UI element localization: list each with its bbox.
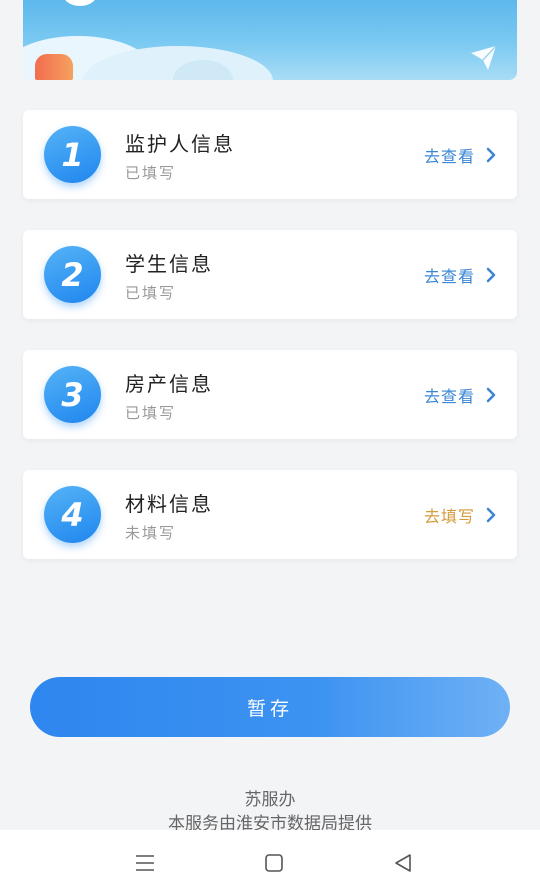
menu-icon[interactable]	[133, 851, 157, 875]
action-label[interactable]: 去填写	[424, 503, 475, 527]
view-action-link[interactable]: 去查看	[424, 383, 497, 407]
card-status: 未填写	[125, 524, 177, 542]
service-name: 苏服办	[244, 790, 296, 810]
card-guardian-info[interactable]: 1 监护人信息 已填写 去查看	[23, 110, 517, 199]
banner-cactus-decoration	[35, 54, 73, 80]
action-label[interactable]: 去查看	[424, 263, 475, 287]
action-label[interactable]: 去查看	[424, 383, 475, 407]
paper-plane-icon	[471, 45, 497, 70]
chevron-right-icon	[486, 267, 496, 283]
step-number-badge: 3	[44, 366, 101, 423]
card-status: 已填写	[125, 284, 177, 302]
action-label[interactable]: 去查看	[424, 143, 475, 167]
view-action-link[interactable]: 去查看	[424, 143, 497, 167]
card-material-info[interactable]: 4 材料信息 未填写 去填写	[23, 470, 517, 559]
system-nav-bar	[0, 830, 540, 896]
card-title: 学生信息	[125, 252, 213, 276]
step-number-badge: 4	[44, 486, 101, 543]
card-student-info[interactable]: 2 学生信息 已填写 去查看	[23, 230, 517, 319]
top-banner	[23, 0, 517, 80]
save-draft-button[interactable]: 暂存	[30, 677, 510, 737]
chevron-right-icon	[486, 507, 496, 523]
card-title: 监护人信息	[125, 132, 235, 156]
card-property-info[interactable]: 3 房产信息 已填写 去查看	[23, 350, 517, 439]
step-number-badge: 1	[44, 126, 101, 183]
card-title: 房产信息	[125, 372, 213, 396]
chevron-right-icon	[486, 147, 496, 163]
step-number-badge: 2	[44, 246, 101, 303]
back-icon[interactable]	[391, 851, 415, 875]
card-status: 已填写	[125, 164, 177, 182]
card-title: 材料信息	[125, 492, 213, 516]
fill-action-link[interactable]: 去填写	[424, 503, 497, 527]
view-action-link[interactable]: 去查看	[424, 263, 497, 287]
home-icon[interactable]	[262, 851, 286, 875]
banner-sun-decoration	[63, 0, 97, 6]
chevron-right-icon	[486, 387, 496, 403]
card-status: 已填写	[125, 404, 177, 422]
